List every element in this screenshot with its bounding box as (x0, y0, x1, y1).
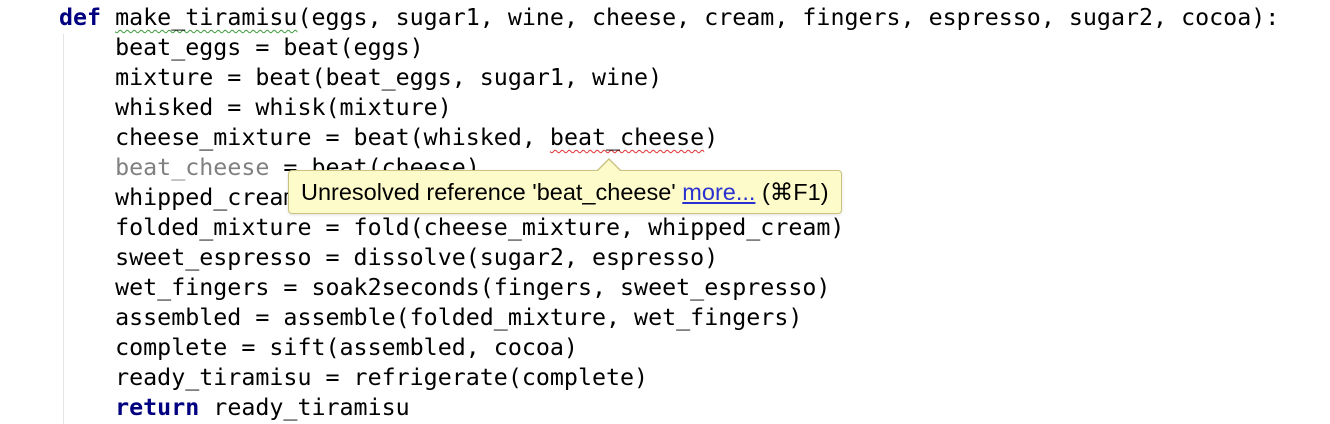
error-tooltip: Unresolved reference 'beat_cheese' more.… (288, 158, 842, 214)
code-line-def[interactable]: def make_tiramisu(eggs, sugar1, wine, ch… (59, 3, 1279, 33)
code-line[interactable]: whisked = whisk(mixture) (59, 93, 452, 123)
code-editor[interactable]: def make_tiramisu(eggs, sugar1, wine, ch… (0, 0, 1330, 424)
function-name[interactable]: make_tiramisu (115, 4, 297, 31)
code-text: ready_tiramisu (199, 394, 410, 421)
code-line[interactable]: assembled = assemble(folded_mixture, wet… (59, 303, 802, 333)
code-line[interactable]: ready_tiramisu = refrigerate(complete) (59, 363, 648, 393)
code-line[interactable]: sweet_espresso = dissolve(sugar2, espres… (59, 243, 718, 273)
code-line[interactable]: mixture = beat(beat_eggs, sugar1, wine) (59, 63, 662, 93)
code-text: ) (704, 124, 719, 151)
code-line[interactable]: wet_fingers = soak2seconds(fingers, swee… (59, 273, 830, 303)
code-line[interactable]: complete = sift(assembled, cocoa) (59, 333, 578, 363)
keyword-return: return (115, 394, 200, 421)
more-link[interactable]: more... (682, 179, 755, 205)
function-params: (eggs, sugar1, wine, cheese, cream, fing… (297, 4, 1280, 31)
tooltip-arrow-fill (597, 160, 621, 172)
code-line-return[interactable]: return ready_tiramisu (59, 393, 410, 423)
tooltip-message: Unresolved reference 'beat_cheese' (301, 179, 676, 205)
code-line[interactable]: beat_eggs = beat(eggs) (59, 33, 424, 63)
code-text: cheese_mixture = beat(whisked, (59, 124, 550, 151)
keyword-def: def (59, 4, 102, 31)
unresolved-reference[interactable]: beat_cheese (550, 124, 704, 151)
tooltip-shortcut: (⌘F1) (761, 179, 829, 205)
code-line[interactable]: folded_mixture = fold(cheese_mixture, wh… (59, 213, 844, 243)
unused-variable[interactable]: beat_cheese (115, 154, 269, 181)
code-line[interactable]: cheese_mixture = beat(whisked, beat_chee… (59, 123, 718, 153)
